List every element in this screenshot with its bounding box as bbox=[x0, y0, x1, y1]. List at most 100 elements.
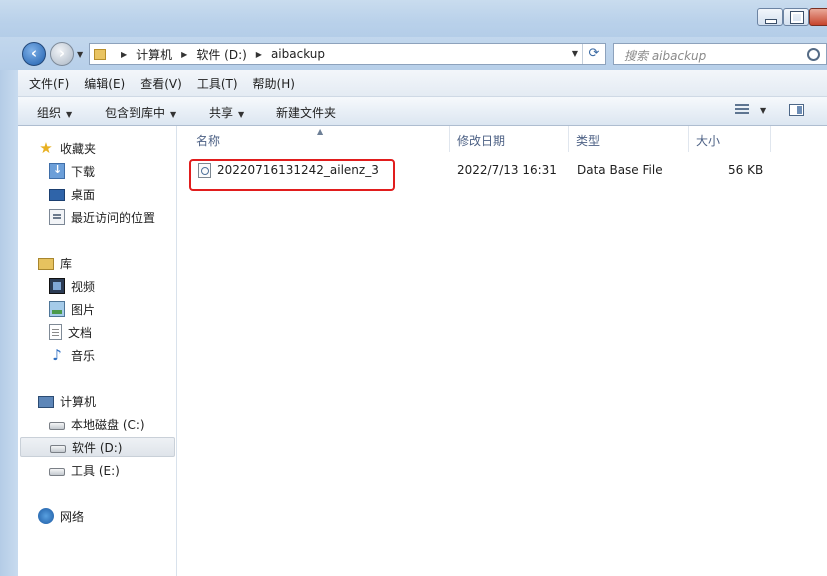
navigation-pane: ★ 收藏夹 下载 桌面 最近访问的位置 库 视频 图片 文档 ♪ 音乐 计算机 … bbox=[18, 126, 177, 576]
organize-label: 组织 bbox=[37, 106, 62, 120]
breadcrumb-computer[interactable]: 计算机 bbox=[136, 46, 172, 63]
sidebar-item-music[interactable]: ♪ 音乐 bbox=[49, 345, 95, 365]
address-dropdown-icon[interactable]: ▼ bbox=[572, 49, 578, 58]
menu-bar: 文件(F) 编辑(E) 查看(V) 工具(T) 帮助(H) bbox=[18, 70, 827, 97]
new-folder-button[interactable]: 新建文件夹 bbox=[276, 104, 336, 121]
file-type: Data Base File bbox=[577, 163, 663, 177]
star-icon: ★ bbox=[39, 139, 53, 157]
window-frame bbox=[0, 70, 18, 576]
preview-pane-icon[interactable] bbox=[789, 104, 804, 116]
sidebar-label: 音乐 bbox=[71, 348, 96, 363]
chevron-down-icon: ▼ bbox=[66, 110, 73, 119]
sidebar-label: 收藏夹 bbox=[60, 141, 97, 156]
picture-icon bbox=[49, 301, 65, 317]
menu-file[interactable]: 文件(F) bbox=[29, 75, 69, 92]
document-icon bbox=[49, 324, 62, 340]
column-header-label: 大小 bbox=[696, 134, 721, 148]
sidebar-label: 软件 (D:) bbox=[72, 440, 123, 455]
drive-icon bbox=[50, 445, 66, 453]
sidebar-label: 库 bbox=[60, 256, 73, 271]
minimize-button[interactable] bbox=[757, 8, 783, 26]
sidebar-label: 视频 bbox=[71, 279, 96, 294]
sidebar-item-drive-c[interactable]: 本地磁盘 (C:) bbox=[49, 414, 145, 434]
recent-pages-dropdown[interactable]: ▼ bbox=[77, 50, 83, 59]
include-in-library-button[interactable]: 包含到库中 ▼ bbox=[105, 104, 176, 121]
annotation-highlight-box bbox=[189, 159, 395, 191]
close-button[interactable] bbox=[809, 8, 827, 26]
sidebar-item-recent-places[interactable]: 最近访问的位置 bbox=[49, 207, 155, 227]
sidebar-label: 图片 bbox=[71, 302, 96, 317]
address-bar[interactable]: ▶ 计算机 ▶ 软件 (D:) ▶ aibackup ▼ ⟳ bbox=[89, 43, 606, 65]
menu-help[interactable]: 帮助(H) bbox=[253, 75, 295, 92]
column-divider[interactable] bbox=[688, 126, 689, 152]
sidebar-item-desktop[interactable]: 桌面 bbox=[49, 184, 95, 204]
music-icon: ♪ bbox=[52, 346, 62, 364]
video-icon bbox=[49, 278, 65, 294]
share-label: 共享 bbox=[209, 106, 234, 120]
breadcrumb-aibackup[interactable]: aibackup bbox=[271, 47, 325, 61]
network-icon bbox=[38, 508, 54, 524]
sidebar-label: 最近访问的位置 bbox=[71, 210, 156, 225]
chevron-right-icon[interactable]: ▶ bbox=[121, 50, 127, 59]
view-options-icon[interactable] bbox=[735, 104, 749, 117]
sidebar-label: 计算机 bbox=[60, 394, 97, 409]
column-divider[interactable] bbox=[449, 126, 450, 152]
sidebar-label: 下载 bbox=[71, 164, 96, 179]
view-dropdown-icon[interactable]: ▼ bbox=[760, 106, 766, 115]
include-label: 包含到库中 bbox=[105, 106, 166, 120]
navigation-bar: ‹ › ▼ ▶ 计算机 ▶ 软件 (D:) ▶ aibackup ▼ ⟳ 搜索 … bbox=[0, 37, 827, 70]
breadcrumb: ▶ 计算机 ▶ 软件 (D:) ▶ aibackup bbox=[94, 46, 325, 62]
sidebar-item-libraries[interactable]: 库 bbox=[38, 253, 72, 273]
title-bar bbox=[0, 0, 827, 37]
sidebar-item-drive-d[interactable]: 软件 (D:) bbox=[20, 437, 175, 457]
sidebar-label: 网络 bbox=[60, 509, 85, 524]
sidebar-item-computer[interactable]: 计算机 bbox=[38, 391, 96, 411]
file-list: 名称 ▲ 修改日期 类型 大小 20220716131242_ailenz_3 … bbox=[177, 126, 827, 576]
menu-edit[interactable]: 编辑(E) bbox=[84, 75, 125, 92]
chevron-right-icon[interactable]: ▶ bbox=[256, 50, 262, 59]
sidebar-item-downloads[interactable]: 下载 bbox=[49, 161, 95, 181]
menu-view[interactable]: 查看(V) bbox=[140, 75, 182, 92]
search-placeholder: 搜索 aibackup bbox=[624, 49, 707, 63]
drive-icon bbox=[49, 422, 65, 430]
organize-button[interactable]: 组织 ▼ bbox=[37, 104, 72, 121]
sidebar-label: 工具 (E:) bbox=[71, 463, 120, 478]
sort-arrow-icon: ▲ bbox=[317, 127, 324, 136]
sidebar-label: 桌面 bbox=[71, 187, 96, 202]
breadcrumb-drive-d[interactable]: 软件 (D:) bbox=[196, 46, 246, 63]
column-divider[interactable] bbox=[770, 126, 771, 152]
search-input[interactable]: 搜索 aibackup bbox=[613, 43, 827, 65]
menu-tools[interactable]: 工具(T) bbox=[197, 75, 238, 92]
back-button[interactable]: ‹ bbox=[22, 42, 46, 66]
desktop-icon bbox=[49, 189, 65, 201]
forward-button[interactable]: › bbox=[50, 42, 74, 66]
column-header-modified[interactable]: 修改日期 bbox=[457, 126, 567, 154]
sidebar-item-favorites[interactable]: ★ 收藏夹 bbox=[38, 138, 96, 158]
download-icon bbox=[49, 163, 65, 179]
computer-icon bbox=[38, 395, 54, 408]
recent-places-icon bbox=[49, 209, 65, 225]
library-icon bbox=[38, 258, 54, 270]
column-header-label: 类型 bbox=[576, 134, 601, 148]
new-folder-label: 新建文件夹 bbox=[276, 106, 337, 120]
column-header-type[interactable]: 类型 bbox=[576, 126, 686, 154]
folder-icon bbox=[94, 48, 106, 60]
drive-icon bbox=[49, 468, 65, 476]
file-modified: 2022/7/13 16:31 bbox=[457, 163, 557, 177]
file-size: 56 KB bbox=[728, 163, 764, 177]
maximize-button[interactable] bbox=[783, 8, 809, 26]
column-header-size[interactable]: 大小 bbox=[696, 126, 766, 154]
refresh-icon[interactable]: ⟳ bbox=[582, 44, 605, 64]
sidebar-item-documents[interactable]: 文档 bbox=[49, 322, 92, 342]
column-divider[interactable] bbox=[568, 126, 569, 152]
share-button[interactable]: 共享 ▼ bbox=[209, 104, 244, 121]
sidebar-item-network[interactable]: 网络 bbox=[38, 506, 84, 526]
sidebar-item-drive-e[interactable]: 工具 (E:) bbox=[49, 460, 120, 480]
column-header-label: 修改日期 bbox=[457, 134, 506, 148]
chevron-down-icon: ▼ bbox=[238, 110, 245, 119]
sidebar-item-videos[interactable]: 视频 bbox=[49, 276, 95, 296]
sidebar-label: 文档 bbox=[68, 325, 93, 340]
sidebar-item-pictures[interactable]: 图片 bbox=[49, 299, 95, 319]
search-icon[interactable] bbox=[807, 48, 820, 61]
chevron-right-icon[interactable]: ▶ bbox=[181, 50, 187, 59]
